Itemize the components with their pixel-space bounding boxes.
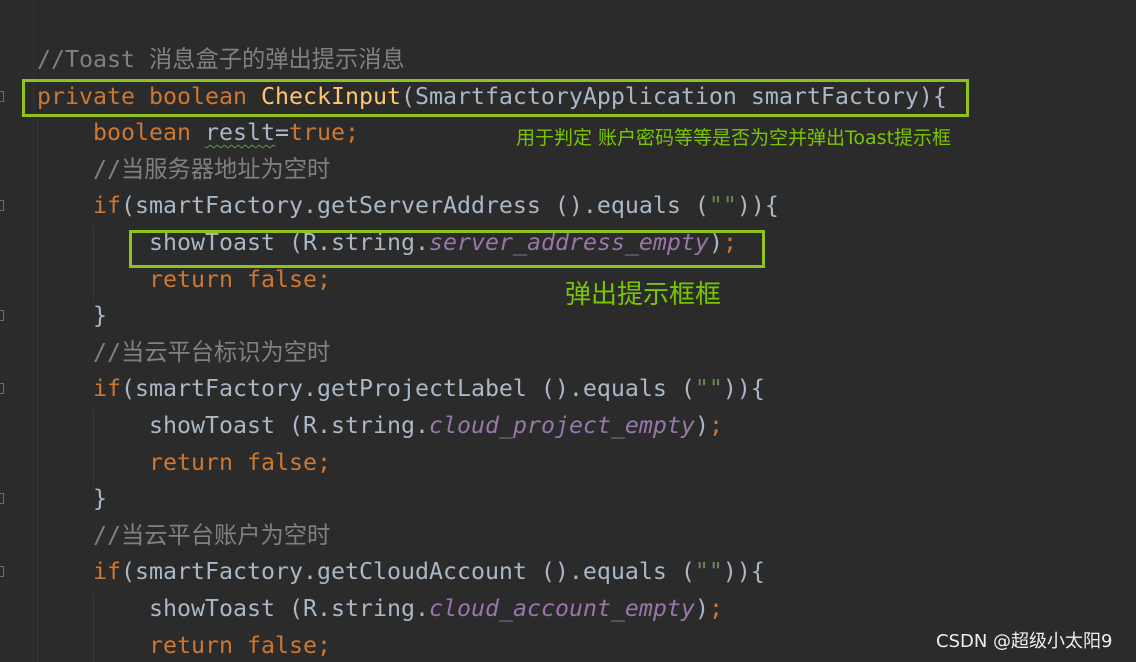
plain-token: (smartFactory.getProjectLabel ().equals … (121, 375, 695, 403)
plain-token: (SmartfactoryApplication smartFactory){ (400, 82, 947, 110)
plain-token: (smartFactory.getServerAddress ().equals… (121, 192, 709, 220)
code-line[interactable]: //当云平台账户为空时 (93, 519, 330, 552)
fold-marker-icon[interactable] (0, 90, 4, 102)
code-line[interactable]: //Toast 消息盒子的弹出提示消息 (37, 43, 405, 76)
plain-token: ) (694, 412, 709, 439)
code-line[interactable]: showToast (R.string.server_address_empty… (149, 226, 737, 259)
plain-token: )){ (722, 558, 765, 586)
typo-token: reslt (204, 119, 275, 147)
indent-guide (93, 226, 94, 300)
indent-guide (93, 593, 94, 662)
plain-token: ) (708, 229, 723, 256)
code-line[interactable]: //当服务器地址为空时 (93, 153, 330, 186)
string-token: "" (694, 558, 723, 586)
fold-marker-icon[interactable] (0, 200, 4, 212)
keyword-token: return false; (149, 448, 331, 476)
csdn-watermark: CSDN @超级小太阳9 (936, 631, 1113, 652)
plain-token: ) (694, 595, 709, 622)
gutter-separator (33, 0, 34, 662)
field-token: cloud_project_empty (428, 412, 695, 439)
fold-marker-icon[interactable] (0, 310, 4, 322)
code-line[interactable]: return false; (149, 263, 331, 296)
comment-token: //Toast 消息盒子的弹出提示消息 (37, 46, 405, 73)
keyword-token: ; (722, 229, 737, 256)
plain-token: showToast (R.string. (149, 229, 429, 256)
code-line[interactable]: boolean reslt=true; (93, 116, 359, 149)
comment-token: //当服务器地址为空时 (93, 155, 331, 183)
field-token: server_address_empty (428, 229, 709, 256)
fold-marker-icon[interactable] (0, 383, 4, 395)
plain-token: (smartFactory.getCloudAccount ().equals … (121, 558, 695, 586)
keyword-token: boolean (93, 119, 191, 147)
code-line[interactable]: } (93, 482, 107, 515)
code-line[interactable]: return false; (149, 446, 331, 479)
plain-token: } (93, 485, 107, 513)
plain-token: )){ (736, 192, 779, 220)
code-line[interactable]: } (93, 299, 107, 332)
code-line[interactable]: if(smartFactory.getServerAddress ().equa… (93, 189, 779, 222)
plain-token: showToast (R.string. (149, 412, 429, 439)
code-editor[interactable]: //Toast 消息盒子的弹出提示消息 private boolean Check… (0, 0, 1136, 662)
keyword-token: return false; (149, 631, 331, 659)
comment-token: //当云平台账户为空时 (93, 521, 331, 549)
fold-marker-icon[interactable] (0, 566, 4, 578)
field-token: cloud_account_empty (428, 595, 695, 622)
string-token: "" (708, 192, 737, 220)
code-line[interactable]: showToast (R.string.cloud_account_empty)… (149, 592, 723, 625)
method-token: CheckInput (260, 82, 401, 110)
code-line[interactable]: private boolean CheckInput(SmartfactoryA… (37, 80, 947, 113)
code-line[interactable]: return false; (149, 629, 331, 662)
keyword-token: ; (708, 412, 723, 439)
keyword-token: if (93, 192, 121, 220)
comment-token: //当云平台标识为空时 (93, 338, 331, 366)
indent-guide (37, 116, 38, 662)
code-line[interactable]: //当云平台标识为空时 (93, 336, 330, 369)
code-line[interactable]: showToast (R.string.cloud_project_empty)… (149, 409, 723, 442)
keyword-token: ; (344, 119, 359, 147)
annotation-note-check: 用于判定 账户密码等等是否为空并弹出Toast提示框 (516, 127, 952, 149)
string-token: "" (694, 375, 723, 403)
code-line[interactable]: if(smartFactory.getProjectLabel ().equal… (93, 372, 765, 405)
keyword-token: return false; (149, 265, 331, 293)
plain-token: } (93, 302, 107, 330)
keyword-token: if (93, 558, 121, 586)
plain-token: )){ (722, 375, 765, 403)
plain-token: = (274, 119, 289, 147)
keyword-token: if (93, 375, 121, 403)
keyword-token: private (37, 82, 135, 110)
keyword-token: true (288, 119, 345, 147)
fold-marker-icon[interactable] (0, 493, 4, 505)
plain-token: showToast (R.string. (149, 595, 429, 622)
keyword-token: ; (708, 595, 723, 622)
keyword-token: boolean (148, 82, 247, 110)
code-line[interactable]: if(smartFactory.getCloudAccount ().equal… (93, 555, 765, 588)
annotation-note-toast: 弹出提示框框 (565, 280, 722, 310)
indent-guide (93, 410, 94, 484)
